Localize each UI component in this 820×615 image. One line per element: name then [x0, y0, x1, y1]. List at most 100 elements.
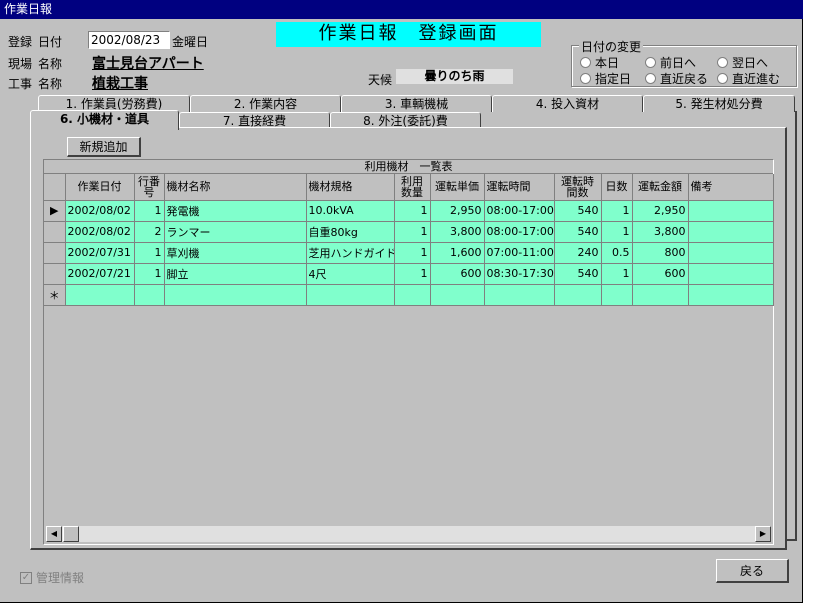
cell-line-number[interactable]: 1	[134, 200, 165, 222]
tab-waste-disposal[interactable]: 5. 発生材処分費	[643, 95, 795, 112]
radio-icon	[645, 73, 656, 84]
cell-operating-time[interactable]: 08:00-17:00	[484, 200, 555, 222]
cell-operating-minutes[interactable]: 540	[554, 263, 602, 285]
new-add-button[interactable]: 新規追加	[67, 137, 141, 157]
new-record-row[interactable]: ＊	[44, 284, 774, 306]
new-record-icon[interactable]: ＊	[44, 284, 66, 306]
col-remarks[interactable]: 備考	[688, 174, 774, 201]
admin-info-checkbox[interactable]: ✓ 管理情報	[20, 569, 84, 586]
cell-days[interactable]: 0.5	[601, 242, 633, 264]
cell-equipment-name[interactable]: 発電機	[164, 200, 307, 222]
table-row[interactable]: 2002/07/21 1 脚立 4尺 1 600 08:30-17:30 540…	[44, 263, 774, 285]
col-amount[interactable]: 運転金額	[632, 174, 689, 201]
cell-amount[interactable]: 800	[632, 242, 689, 264]
cell-unit-price[interactable]: 2,950	[430, 200, 485, 222]
row-selector[interactable]	[44, 242, 66, 264]
cell-equipment-name[interactable]	[164, 284, 307, 306]
tab-work-content[interactable]: 2. 作業内容	[190, 95, 341, 112]
date-change-title: 日付の変更	[579, 38, 644, 55]
table-row[interactable]: 2002/08/02 2 ランマー 自重80kg 1 3,800 08:00-1…	[44, 221, 774, 243]
cell-unit-price[interactable]: 3,800	[430, 221, 485, 243]
row-selector[interactable]	[44, 263, 66, 285]
cell-days[interactable]: 1	[601, 263, 633, 285]
cell-days[interactable]: 1	[601, 221, 633, 243]
date-field[interactable]: 2002/08/23	[88, 31, 170, 49]
scroll-right-icon[interactable]: ▶	[755, 526, 771, 542]
cell-equipment-spec[interactable]: 4尺	[306, 263, 395, 285]
cell-remarks[interactable]	[688, 200, 774, 222]
cell-days[interactable]	[601, 284, 633, 306]
cell-amount[interactable]	[632, 284, 689, 306]
cell-quantity[interactable]	[394, 284, 431, 306]
col-equipment-name[interactable]: 機材名称	[164, 174, 307, 201]
cell-operating-minutes[interactable]	[554, 284, 602, 306]
radio-icon	[645, 57, 656, 68]
radio-next-day[interactable]: 翌日へ	[717, 54, 768, 71]
cell-remarks[interactable]	[688, 263, 774, 285]
cell-line-number[interactable]	[134, 284, 165, 306]
radio-specified-day[interactable]: 指定日	[580, 70, 631, 87]
cell-equipment-name[interactable]: 草刈機	[164, 242, 307, 264]
cell-amount[interactable]: 600	[632, 263, 689, 285]
cell-operating-time[interactable]: 08:30-17:30	[484, 263, 555, 285]
tab-materials[interactable]: 4. 投入資材	[492, 95, 643, 112]
radio-recent-back[interactable]: 直近戻る	[645, 70, 708, 87]
current-row-icon[interactable]: ▶	[44, 200, 66, 222]
cell-line-number[interactable]: 2	[134, 221, 165, 243]
cell-quantity[interactable]: 1	[394, 200, 431, 222]
cell-equipment-spec[interactable]: 10.0kVA	[306, 200, 395, 222]
radio-today[interactable]: 本日	[580, 54, 619, 71]
table-row[interactable]: 2002/07/31 1 草刈機 芝用ハンドガイド: 1 1,600 07:00…	[44, 242, 774, 264]
cell-operating-minutes[interactable]: 540	[554, 221, 602, 243]
cell-equipment-spec[interactable]: 自重80kg	[306, 221, 395, 243]
site-label: 現場	[8, 57, 33, 71]
tab-small-equipment[interactable]: 6. 小機材・道具	[30, 110, 179, 130]
cell-remarks[interactable]	[688, 242, 774, 264]
cell-equipment-spec[interactable]	[306, 284, 395, 306]
cell-equipment-name[interactable]: ランマー	[164, 221, 307, 243]
cell-equipment-spec[interactable]: 芝用ハンドガイド:	[306, 242, 395, 264]
cell-line-number[interactable]: 1	[134, 263, 165, 285]
cell-work-date[interactable]: 2002/07/31	[65, 242, 135, 264]
scroll-left-icon[interactable]: ◀	[46, 526, 62, 542]
cell-quantity[interactable]: 1	[394, 221, 431, 243]
cell-unit-price[interactable]	[430, 284, 485, 306]
cell-quantity[interactable]: 1	[394, 242, 431, 264]
scroll-thumb[interactable]	[63, 526, 79, 542]
cell-operating-minutes[interactable]: 240	[554, 242, 602, 264]
cell-operating-minutes[interactable]: 540	[554, 200, 602, 222]
cell-unit-price[interactable]: 1,600	[430, 242, 485, 264]
col-quantity[interactable]: 利用数量	[394, 174, 431, 201]
radio-recent-forward[interactable]: 直近進む	[717, 70, 780, 87]
cell-work-date[interactable]: 2002/08/02	[65, 200, 135, 222]
cell-equipment-name[interactable]: 脚立	[164, 263, 307, 285]
cell-work-date[interactable]: 2002/08/02	[65, 221, 135, 243]
table-row[interactable]: ▶ 2002/08/02 1 発電機 10.0kVA 1 2,950 08:00…	[44, 200, 774, 222]
cell-work-date[interactable]	[65, 284, 135, 306]
cell-quantity[interactable]: 1	[394, 263, 431, 285]
cell-amount[interactable]: 2,950	[632, 200, 689, 222]
cell-line-number[interactable]: 1	[134, 242, 165, 264]
col-work-date[interactable]: 作業日付	[65, 174, 135, 201]
cell-unit-price[interactable]: 600	[430, 263, 485, 285]
cell-work-date[interactable]: 2002/07/21	[65, 263, 135, 285]
cell-days[interactable]: 1	[601, 200, 633, 222]
cell-remarks[interactable]	[688, 221, 774, 243]
col-equipment-spec[interactable]: 機材規格	[306, 174, 395, 201]
horizontal-scrollbar[interactable]: ◀ ▶	[46, 526, 771, 542]
col-operating-minutes[interactable]: 運転時間数	[554, 174, 602, 201]
tab-vehicles[interactable]: 3. 車輌機械	[341, 95, 492, 112]
col-days[interactable]: 日数	[601, 174, 633, 201]
cell-amount[interactable]: 3,800	[632, 221, 689, 243]
cell-operating-time[interactable]: 07:00-11:00	[484, 242, 555, 264]
cell-operating-time[interactable]	[484, 284, 555, 306]
radio-prev-day[interactable]: 前日へ	[645, 54, 696, 71]
back-button[interactable]: 戻る	[716, 559, 789, 583]
row-selector[interactable]	[44, 221, 66, 243]
col-line-number[interactable]: 行番号	[134, 174, 165, 201]
cell-remarks[interactable]	[688, 284, 774, 306]
admin-info-label: 管理情報	[36, 571, 85, 585]
cell-operating-time[interactable]: 08:00-17:00	[484, 221, 555, 243]
col-operating-time[interactable]: 運転時間	[484, 174, 555, 201]
col-unit-price[interactable]: 運転単価	[430, 174, 485, 201]
